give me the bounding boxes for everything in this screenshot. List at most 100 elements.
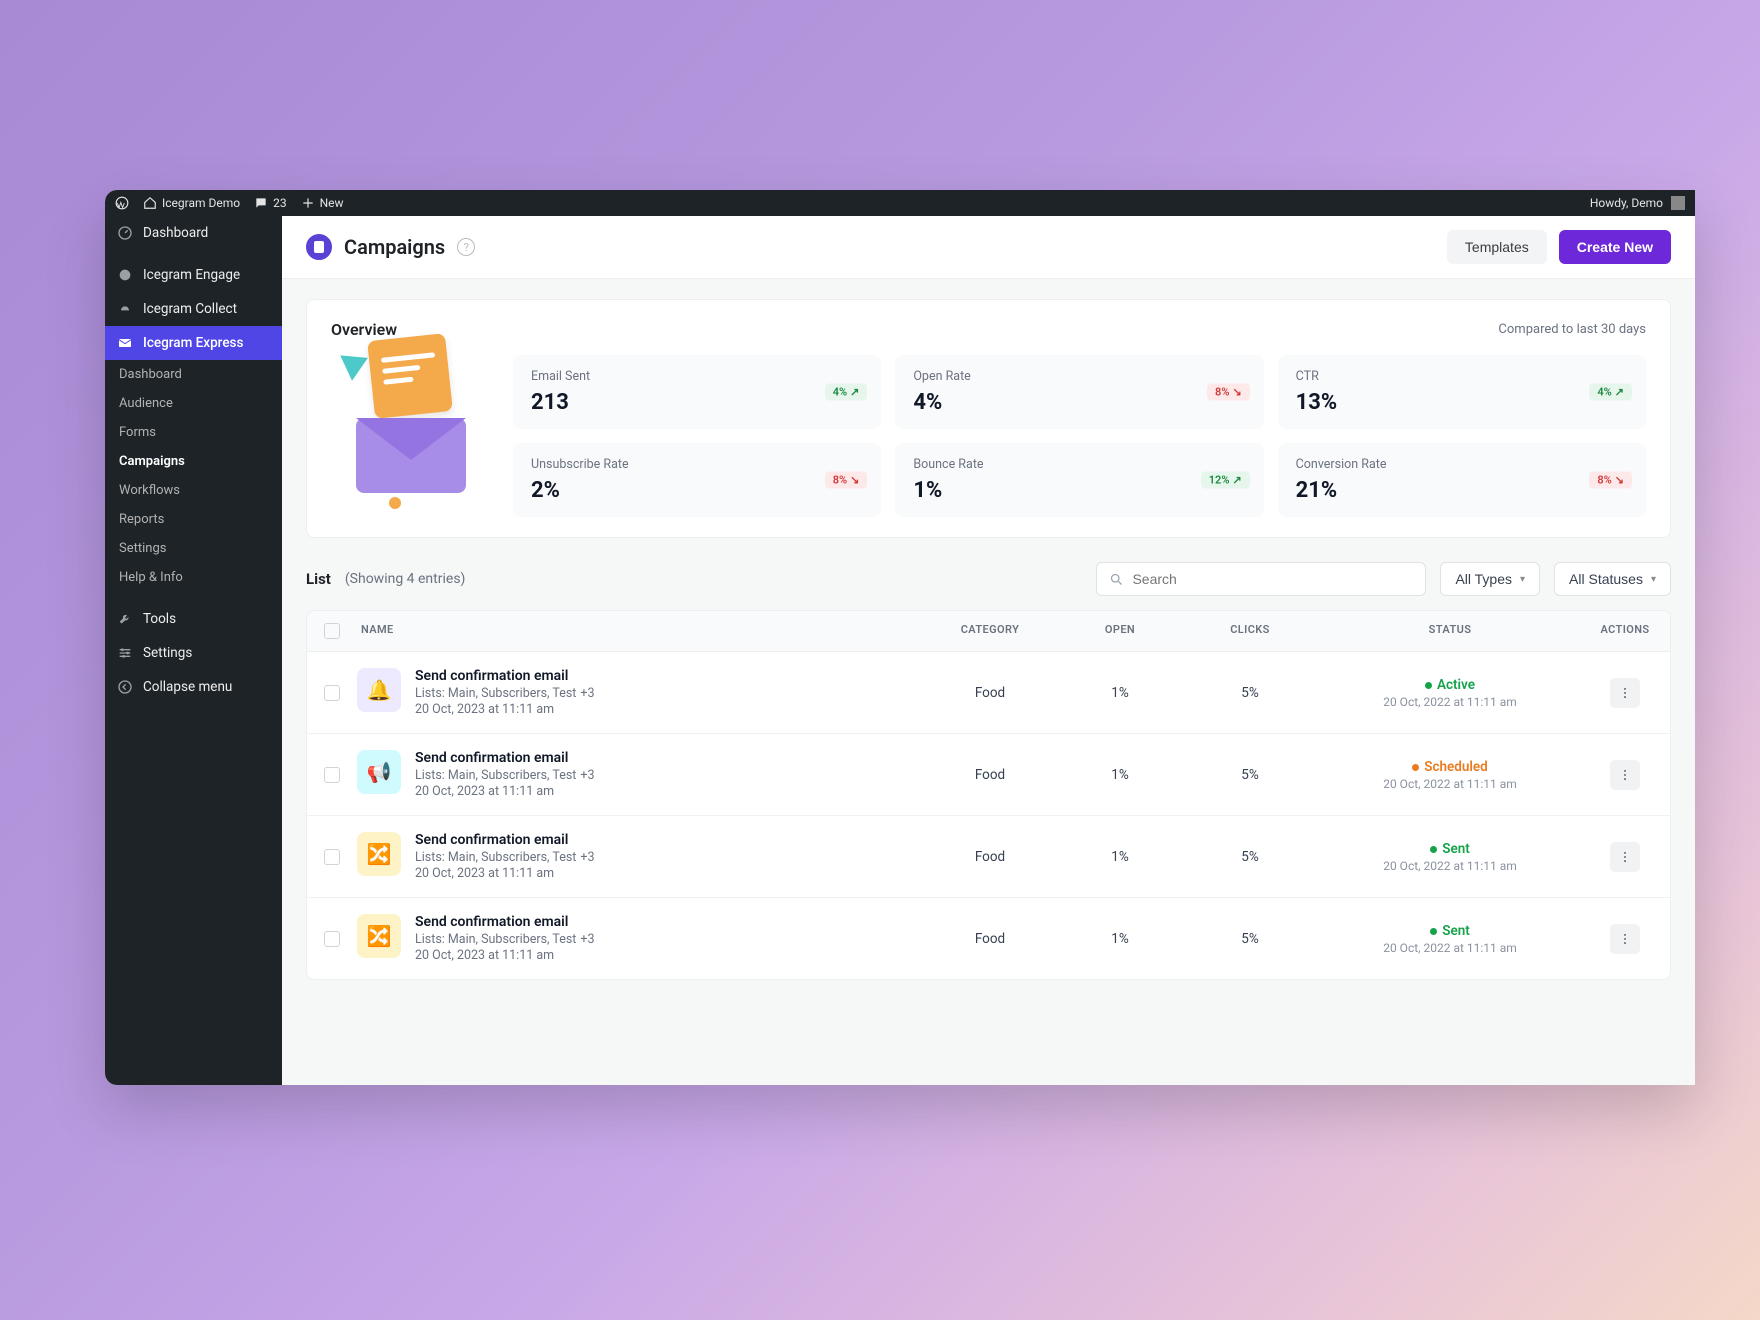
campaign-date: 20 Oct, 2023 at 11:11 am xyxy=(415,948,595,963)
table-header: NAME CATEGORY OPEN CLICKS STATUS ACTIONS xyxy=(307,611,1670,652)
dots-vertical-icon xyxy=(1618,768,1632,782)
stat-value: 213 xyxy=(531,390,863,415)
collect-icon xyxy=(117,301,133,317)
filter-statuses[interactable]: All Statuses ▾ xyxy=(1554,562,1671,596)
sidebar-engage[interactable]: Icegram Engage xyxy=(105,258,282,292)
sub-forms[interactable]: Forms xyxy=(105,418,282,447)
sub-workflows[interactable]: Workflows xyxy=(105,476,282,505)
avatar[interactable] xyxy=(1671,196,1685,210)
new-label: New xyxy=(320,196,344,210)
sidebar-express[interactable]: Icegram Express xyxy=(105,326,282,360)
sub-dashboard[interactable]: Dashboard xyxy=(105,360,282,389)
row-checkbox[interactable] xyxy=(324,931,340,947)
sub-reports[interactable]: Reports xyxy=(105,505,282,534)
status-label: Active xyxy=(1437,677,1475,693)
sidebar-express-label: Icegram Express xyxy=(143,335,243,351)
overview-panel: Overview Compared to last 30 days Email … xyxy=(306,299,1671,538)
campaign-thumb: 📢 xyxy=(357,750,401,794)
comment-count: 23 xyxy=(273,196,287,210)
chevron-down-icon: ▾ xyxy=(1651,574,1656,585)
trend-icon: ↘ xyxy=(1615,474,1624,487)
row-checkbox[interactable] xyxy=(324,849,340,865)
table-row: 🔀 Send confirmation email Lists: Main, S… xyxy=(307,898,1670,979)
sidebar-collapse[interactable]: Collapse menu xyxy=(105,670,282,704)
wp-logo[interactable] xyxy=(115,196,129,210)
status-dot-icon xyxy=(1430,846,1437,853)
stat-value: 13% xyxy=(1296,390,1628,415)
campaign-date: 20 Oct, 2023 at 11:11 am xyxy=(415,784,595,799)
home-icon xyxy=(143,196,157,210)
campaign-title[interactable]: Send confirmation email xyxy=(415,914,595,930)
trend-icon: ↘ xyxy=(1232,386,1241,399)
select-all-checkbox[interactable] xyxy=(324,623,340,639)
col-name: NAME xyxy=(357,623,920,639)
stat-card-email_sent: Email Sent 213 4% ↗ xyxy=(513,355,881,429)
campaign-lists: Lists: Main, Subscribers, Test+3 xyxy=(415,850,595,865)
campaign-thumb: 🔀 xyxy=(357,914,401,958)
sidebar-collect[interactable]: Icegram Collect xyxy=(105,292,282,326)
cell-category: Food xyxy=(920,849,1060,865)
campaign-title[interactable]: Send confirmation email xyxy=(415,750,595,766)
wrench-icon xyxy=(117,611,133,627)
new-link[interactable]: New xyxy=(301,196,344,210)
campaign-title[interactable]: Send confirmation email xyxy=(415,832,595,848)
stat-label: CTR xyxy=(1296,369,1628,384)
row-checkbox[interactable] xyxy=(324,767,340,783)
filter-types[interactable]: All Types ▾ xyxy=(1440,562,1540,596)
row-actions-button[interactable] xyxy=(1610,678,1640,708)
trend-icon: ↗ xyxy=(850,386,859,399)
search-input[interactable] xyxy=(1132,571,1413,587)
status-date: 20 Oct, 2022 at 11:11 am xyxy=(1320,859,1580,873)
engage-icon xyxy=(117,267,133,283)
list-title: List xyxy=(306,570,331,588)
site-name-link[interactable]: Icegram Demo xyxy=(143,196,240,210)
page-header: Campaigns ? Templates Create New xyxy=(282,216,1695,279)
col-category: CATEGORY xyxy=(920,623,1060,639)
campaign-lists: Lists: Main, Subscribers, Test+3 xyxy=(415,768,595,783)
sidebar-engage-label: Icegram Engage xyxy=(143,267,240,283)
sidebar-collapse-label: Collapse menu xyxy=(143,679,232,695)
comment-icon xyxy=(254,196,268,210)
sub-audience[interactable]: Audience xyxy=(105,389,282,418)
sidebar-settings-label: Settings xyxy=(143,645,192,661)
chevron-down-icon: ▾ xyxy=(1520,574,1525,585)
sub-campaigns[interactable]: Campaigns xyxy=(105,447,282,476)
status-label: Scheduled xyxy=(1424,759,1488,775)
row-checkbox[interactable] xyxy=(324,685,340,701)
sidebar-settings[interactable]: Settings xyxy=(105,636,282,670)
cell-open: 1% xyxy=(1060,849,1180,865)
campaign-title[interactable]: Send confirmation email xyxy=(415,668,595,684)
filter-statuses-label: All Statuses xyxy=(1569,571,1643,587)
app-window: Icegram Demo 23 New Howdy, Demo Dashboar… xyxy=(105,190,1695,1085)
list-meta: (Showing 4 entries) xyxy=(345,571,466,587)
status-dot-icon xyxy=(1430,928,1437,935)
cell-clicks: 5% xyxy=(1180,931,1320,947)
stat-label: Bounce Rate xyxy=(913,457,1245,472)
sidebar-dashboard[interactable]: Dashboard xyxy=(105,216,282,250)
row-actions-button[interactable] xyxy=(1610,760,1640,790)
status-date: 20 Oct, 2022 at 11:11 am xyxy=(1320,777,1580,791)
comments-link[interactable]: 23 xyxy=(254,196,287,210)
site-name: Icegram Demo xyxy=(162,196,240,210)
overview-illustration xyxy=(331,355,491,515)
stat-value: 4% xyxy=(913,390,1245,415)
sub-help[interactable]: Help & Info xyxy=(105,563,282,592)
campaign-thumb: 🔔 xyxy=(357,668,401,712)
sidebar-tools[interactable]: Tools xyxy=(105,602,282,636)
templates-button[interactable]: Templates xyxy=(1447,230,1547,264)
help-icon[interactable]: ? xyxy=(457,238,475,256)
howdy-text[interactable]: Howdy, Demo xyxy=(1590,196,1663,210)
stat-value: 21% xyxy=(1296,478,1628,503)
row-actions-button[interactable] xyxy=(1610,842,1640,872)
sub-settings[interactable]: Settings xyxy=(105,534,282,563)
table-body: 🔔 Send confirmation email Lists: Main, S… xyxy=(307,652,1670,979)
create-new-button[interactable]: Create New xyxy=(1559,230,1671,264)
stat-value: 1% xyxy=(913,478,1245,503)
brand-icon xyxy=(306,234,332,260)
stat-label: Email Sent xyxy=(531,369,863,384)
overview-title: Overview xyxy=(331,320,397,339)
row-actions-button[interactable] xyxy=(1610,924,1640,954)
stat-card-open_rate: Open Rate 4% 8% ↘ xyxy=(895,355,1263,429)
campaign-lists: Lists: Main, Subscribers, Test+3 xyxy=(415,932,595,947)
search-box[interactable] xyxy=(1096,562,1426,596)
